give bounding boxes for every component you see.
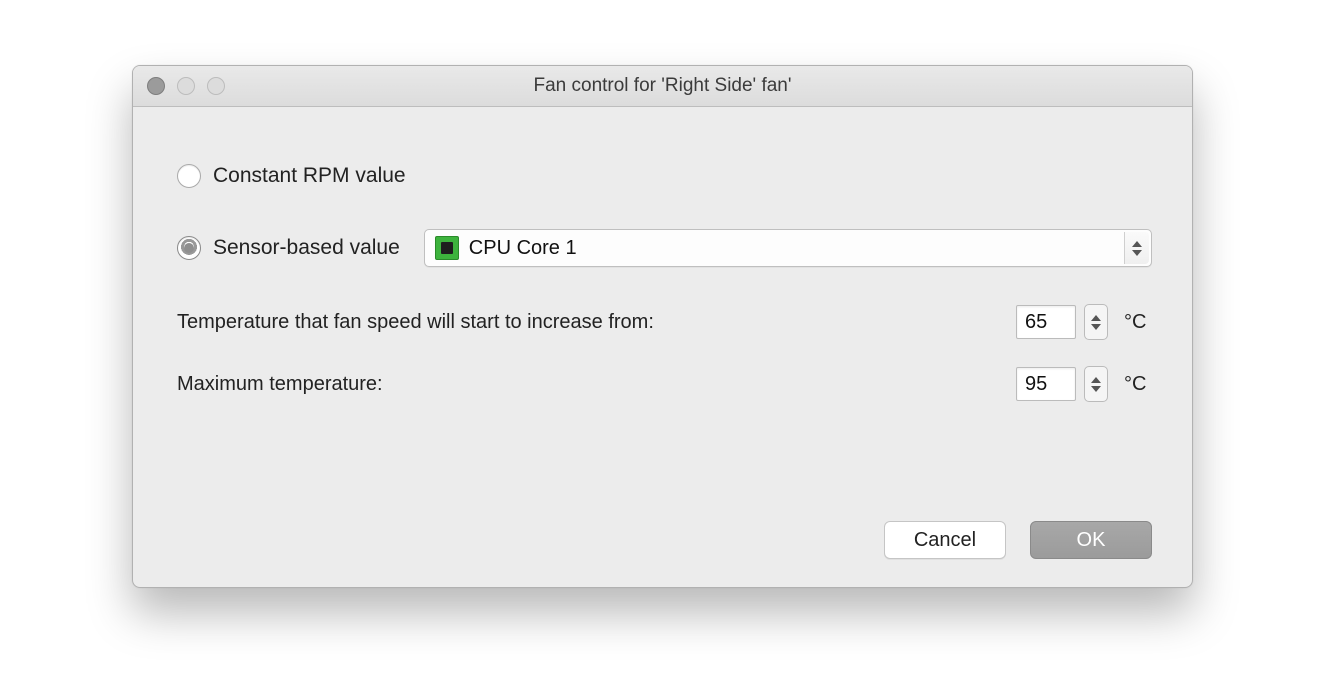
dialog-footer: Cancel OK [884, 521, 1152, 559]
start-increase-unit: °C [1124, 311, 1152, 334]
radio-sensor-based-label: Sensor-based value [213, 236, 400, 260]
close-button[interactable] [147, 77, 165, 95]
chevron-down-icon [1091, 324, 1101, 330]
setting-start-increase: Temperature that fan speed will start to… [177, 304, 1152, 340]
start-increase-stepper[interactable] [1084, 304, 1108, 340]
max-temp-input[interactable] [1016, 367, 1076, 401]
dialog-content: Constant RPM value Sensor-based value CP… [133, 106, 1192, 587]
max-temp-label: Maximum temperature: [177, 371, 383, 398]
start-increase-label: Temperature that fan speed will start to… [177, 309, 654, 336]
sensor-select-value: CPU Core 1 [469, 237, 577, 260]
sensor-select[interactable]: CPU Core 1 [424, 229, 1152, 267]
chevron-down-icon [1091, 386, 1101, 392]
chevron-up-icon [1132, 241, 1142, 247]
ok-button[interactable]: OK [1030, 521, 1152, 559]
window-controls [147, 77, 225, 95]
window-title: Fan control for 'Right Side' fan' [133, 75, 1192, 97]
start-increase-input[interactable] [1016, 305, 1076, 339]
radio-constant-rpm-label: Constant RPM value [213, 164, 406, 188]
minimize-button [177, 77, 195, 95]
sensor-select-stepper[interactable] [1124, 232, 1149, 264]
chevron-up-icon [1091, 377, 1101, 383]
chevron-up-icon [1091, 315, 1101, 321]
option-sensor-based[interactable]: Sensor-based value CPU Core 1 [177, 226, 1152, 270]
title-bar: Fan control for 'Right Side' fan' [133, 66, 1192, 107]
max-temp-stepper[interactable] [1084, 366, 1108, 402]
zoom-button [207, 77, 225, 95]
radio-constant-rpm[interactable] [177, 164, 201, 188]
option-constant-rpm[interactable]: Constant RPM value [177, 154, 1152, 198]
radio-sensor-based[interactable] [177, 236, 201, 260]
cancel-button[interactable]: Cancel [884, 521, 1006, 559]
chevron-down-icon [1132, 250, 1142, 256]
setting-max-temp: Maximum temperature: °C [177, 366, 1152, 402]
max-temp-unit: °C [1124, 373, 1152, 396]
chip-icon [435, 236, 459, 260]
dialog-window: Fan control for 'Right Side' fan' Consta… [132, 65, 1193, 588]
